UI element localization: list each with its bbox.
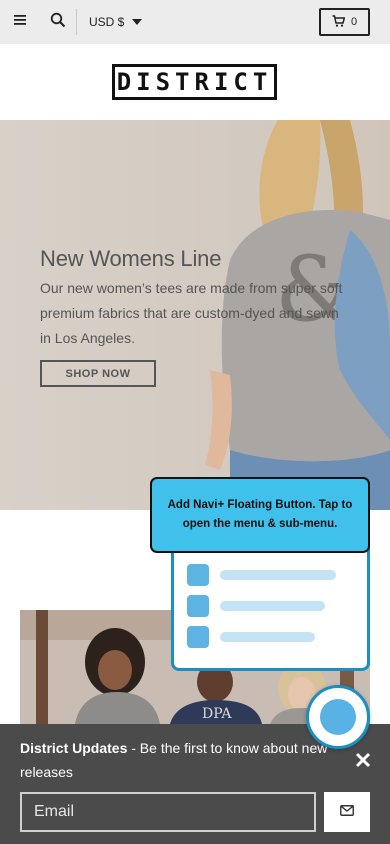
store-logo[interactable]: DISTRICT (112, 64, 277, 100)
close-icon[interactable] (354, 751, 372, 769)
top-bar: USD $ 0 (0, 0, 390, 44)
cart-button[interactable]: 0 (319, 8, 370, 36)
cart-icon (332, 14, 346, 30)
floating-button-icon (320, 699, 356, 735)
topbar-divider (76, 9, 77, 35)
mail-icon (340, 803, 354, 821)
currency-label: USD $ (89, 15, 125, 29)
hero-banner: & New Womens Line Our new women’s tees a… (0, 120, 390, 510)
hero-title: New Womens Line (40, 246, 222, 271)
menu-item-icon (187, 564, 209, 586)
shop-now-button[interactable]: SHOP NOW (40, 360, 156, 387)
menu-item-placeholder (220, 570, 336, 580)
site-header: DISTRICT (0, 44, 390, 120)
newsletter-title: District Updates (20, 740, 128, 756)
menu-preview-row (187, 595, 357, 617)
menu-item-icon (187, 595, 209, 617)
hamburger-icon[interactable] (14, 14, 42, 30)
email-input[interactable] (20, 792, 316, 832)
tooltip-text: Add Navi+ Floating Button. Tap to open t… (167, 499, 353, 530)
floating-menu-preview (171, 540, 370, 671)
menu-item-icon (187, 626, 209, 648)
search-icon[interactable] (50, 12, 70, 32)
currency-selector[interactable]: USD $ (89, 13, 143, 31)
menu-item-placeholder (220, 601, 325, 611)
subscribe-button[interactable] (324, 792, 370, 832)
cart-count: 0 (350, 16, 358, 28)
newsletter-message: District Updates - Be the first to know … (20, 736, 340, 784)
menu-preview-row (187, 626, 357, 648)
navi-floating-button[interactable] (306, 685, 370, 749)
hero-description: Our new women’s tees are made from super… (40, 280, 343, 346)
menu-preview-row (187, 564, 357, 586)
menu-item-placeholder (220, 632, 315, 642)
svg-text:DPA: DPA (202, 706, 232, 722)
floating-button-tooltip: Add Navi+ Floating Button. Tap to open t… (150, 477, 370, 553)
chevron-down-icon (132, 19, 143, 25)
